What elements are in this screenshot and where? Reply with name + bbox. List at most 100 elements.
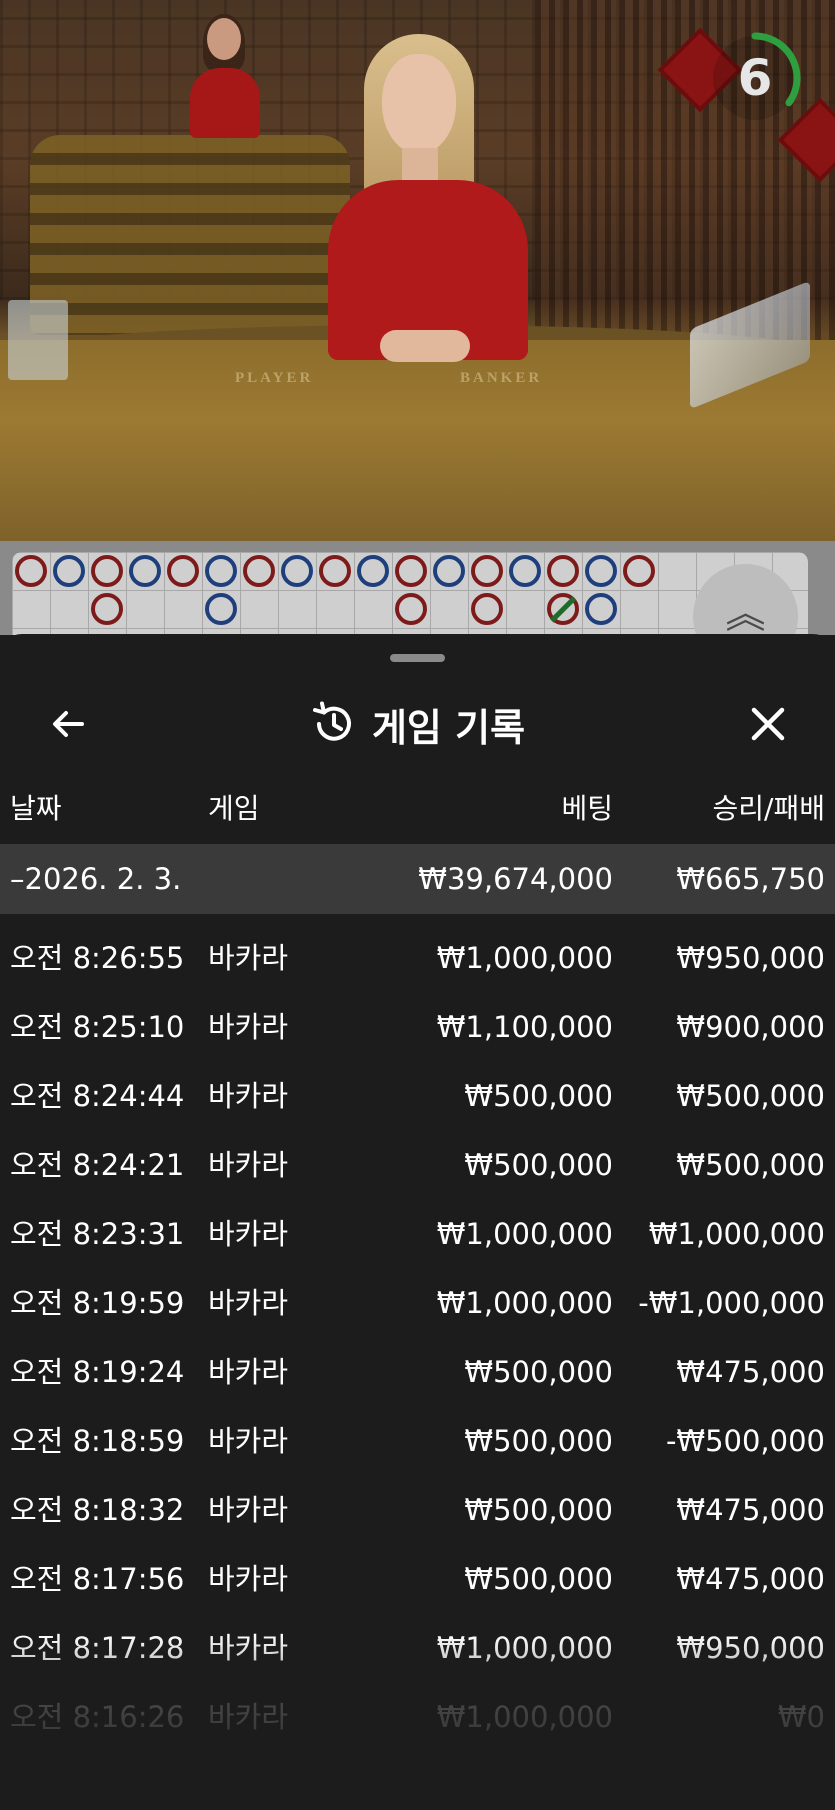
history-row[interactable]: 오전 8:24:44 바카라 ₩500,000 ₩500,000	[0, 1062, 835, 1131]
bead-banker	[91, 555, 123, 587]
column-result: 승리/패배	[712, 792, 825, 825]
row-time: 오전 8:19:24	[10, 1355, 185, 1389]
history-row[interactable]: 오전 8:17:56 바카라 ₩500,000 ₩475,000	[0, 1545, 835, 1614]
bead-banker	[623, 555, 655, 587]
background-table	[30, 135, 350, 335]
day-summary-row[interactable]: –2026. 2. 3. ₩39,674,000 ₩665,750	[0, 844, 835, 914]
column-bet: 베팅	[561, 792, 613, 825]
history-icon	[312, 701, 351, 741]
row-bet: ₩500,000	[464, 1562, 613, 1596]
countdown-timer: 6	[707, 30, 803, 126]
bead-player	[509, 555, 541, 587]
bead-road-grid	[12, 552, 808, 635]
row-game: 바카라	[208, 941, 289, 975]
row-bet: ₩500,000	[464, 1424, 613, 1458]
history-row[interactable]: 오전 8:25:10 바카라 ₩1,100,000 ₩900,000	[0, 993, 835, 1062]
row-result: ₩500,000	[676, 1148, 825, 1182]
bead-player	[357, 555, 389, 587]
row-result: ₩475,000	[676, 1562, 825, 1596]
history-row[interactable]: 오전 8:24:21 바카라 ₩500,000 ₩500,000	[0, 1131, 835, 1200]
bead-player	[53, 555, 85, 587]
row-time: 오전 8:24:44	[10, 1079, 185, 1113]
row-time: 오전 8:26:55	[10, 941, 185, 975]
row-time: 오전 8:25:10	[10, 1010, 185, 1044]
background-dealer	[185, 14, 265, 138]
game-history-sheet: 게임 기록 날짜 게임 베팅 승리/패배 –2026. 2. 3. ₩39,67…	[0, 634, 835, 1810]
row-result: -₩1,000,000	[638, 1286, 825, 1320]
row-result: ₩950,000	[676, 941, 825, 975]
row-game: 바카라	[208, 1286, 289, 1320]
player-area-label: PLAYER	[235, 370, 314, 386]
card-box	[8, 300, 68, 380]
row-time: 오전 8:18:32	[10, 1493, 185, 1527]
row-time: 오전 8:23:31	[10, 1217, 185, 1251]
row-game: 바카라	[208, 1355, 289, 1389]
bead-banker	[395, 555, 427, 587]
summary-bet-total: ₩39,674,000	[418, 862, 613, 896]
row-game: 바카라	[208, 1010, 289, 1044]
history-row[interactable]: 오전 8:23:31 바카라 ₩1,000,000 ₩1,000,000	[0, 1200, 835, 1269]
row-game: 바카라	[208, 1148, 289, 1182]
history-row[interactable]: 오전 8:26:55 바카라 ₩1,000,000 ₩950,000	[0, 924, 835, 993]
close-button[interactable]	[740, 696, 796, 752]
chevron-double-up-icon: ︽	[725, 591, 766, 637]
bead-banker	[471, 555, 503, 587]
row-bet: ₩500,000	[464, 1079, 613, 1113]
bead-banker	[319, 555, 351, 587]
row-result: ₩1,000,000	[648, 1217, 825, 1251]
row-game: 바카라	[208, 1079, 289, 1113]
road-map[interactable]: ︽	[0, 541, 835, 669]
row-game: 바카라	[208, 1631, 289, 1665]
bead-player	[585, 593, 617, 625]
sheet-drag-handle[interactable]	[390, 654, 445, 662]
history-row[interactable]: 오전 8:18:59 바카라 ₩500,000 -₩500,000	[0, 1407, 835, 1476]
row-bet: ₩500,000	[464, 1148, 613, 1182]
bead-banker	[167, 555, 199, 587]
bead-banker	[471, 593, 503, 625]
bead-banker	[243, 555, 275, 587]
row-result: -₩500,000	[665, 1424, 825, 1458]
row-time: 오전 8:17:28	[10, 1631, 185, 1665]
history-row[interactable]: 오전 8:17:28 바카라 ₩1,000,000 ₩950,000	[0, 1614, 835, 1683]
bead-banker	[91, 593, 123, 625]
bead-banker	[395, 593, 427, 625]
row-bet: ₩500,000	[464, 1355, 613, 1389]
row-bet: ₩1,000,000	[436, 1217, 613, 1251]
row-game: 바카라	[208, 1217, 289, 1251]
history-row[interactable]: 오전 8:18:32 바카라 ₩500,000 ₩475,000	[0, 1476, 835, 1545]
banker-area-label: BANKER	[460, 370, 543, 386]
history-list: 오전 8:26:55 바카라 ₩1,000,000 ₩950,000 오전 8:…	[0, 924, 835, 1752]
row-bet: ₩1,100,000	[436, 1010, 613, 1044]
row-time: 오전 8:18:59	[10, 1424, 185, 1458]
row-bet: ₩1,000,000	[436, 941, 613, 975]
column-date: 날짜	[10, 792, 62, 825]
row-result: ₩0	[777, 1700, 825, 1734]
row-time: 오전 8:19:59	[10, 1286, 185, 1320]
countdown-value: 6	[737, 49, 773, 107]
sheet-header: 게임 기록	[0, 674, 835, 774]
row-bet: ₩1,000,000	[436, 1286, 613, 1320]
summary-date: –2026. 2. 3.	[10, 862, 182, 896]
history-row[interactable]: 오전 8:19:24 바카라 ₩500,000 ₩475,000	[0, 1338, 835, 1407]
close-icon	[751, 707, 785, 741]
row-result: ₩475,000	[676, 1355, 825, 1389]
history-row[interactable]: 오전 8:19:59 바카라 ₩1,000,000 -₩1,000,000	[0, 1269, 835, 1338]
row-game: 바카라	[208, 1562, 289, 1596]
bead-player	[433, 555, 465, 587]
row-game: 바카라	[208, 1700, 289, 1734]
row-result: ₩950,000	[676, 1631, 825, 1665]
sheet-title-text: 게임 기록	[371, 705, 526, 750]
history-column-header: 날짜 게임 베팅 승리/패배	[0, 774, 835, 844]
bead-player	[585, 555, 617, 587]
row-bet: ₩1,000,000	[436, 1700, 613, 1734]
history-row[interactable]: 오전 8:16:26 바카라 ₩1,000,000 ₩0	[0, 1683, 835, 1752]
summary-result-total: ₩665,750	[676, 862, 825, 896]
row-time: 오전 8:16:26	[10, 1700, 185, 1734]
bead-player	[205, 555, 237, 587]
column-game: 게임	[208, 792, 260, 825]
row-result: ₩900,000	[676, 1010, 825, 1044]
live-video: PLAYER BANKER 6	[0, 0, 835, 541]
row-result: ₩475,000	[676, 1493, 825, 1527]
row-time: 오전 8:24:21	[10, 1148, 185, 1182]
sheet-title: 게임 기록	[0, 674, 835, 774]
